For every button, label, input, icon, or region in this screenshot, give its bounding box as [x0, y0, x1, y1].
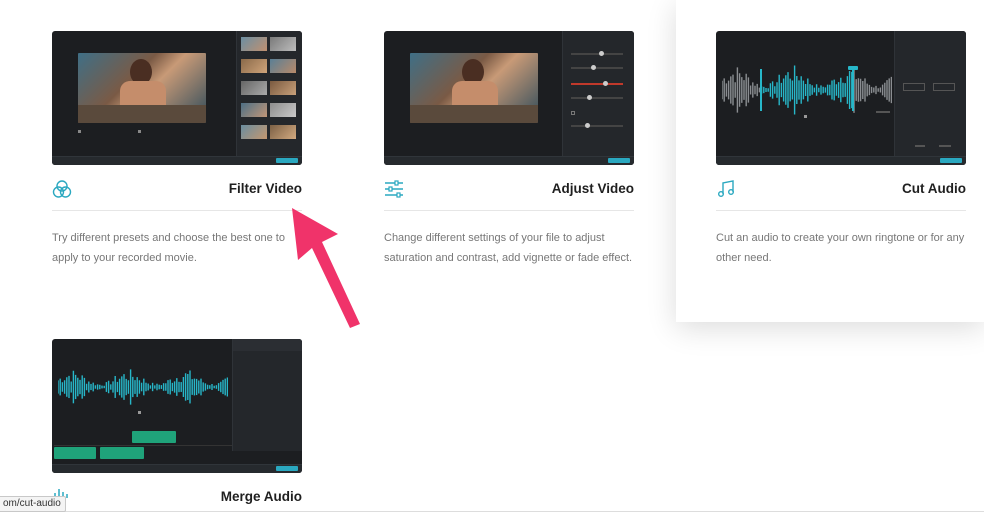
save-mini-button — [276, 158, 298, 163]
audio-waveform — [58, 369, 228, 405]
merge-settings-panel — [232, 339, 302, 451]
save-mini-button — [940, 158, 962, 163]
feature-card-cut-audio[interactable]: Cut Audio Cut an audio to create your ow… — [716, 31, 966, 268]
adjust-video-preview — [384, 31, 634, 165]
save-mini-button — [276, 466, 298, 471]
card-description: Change different settings of your file t… — [384, 232, 633, 264]
card-title[interactable]: Merge Audio — [221, 489, 302, 504]
card-title[interactable]: Adjust Video — [552, 181, 634, 196]
editor-bottom-bar — [52, 464, 302, 473]
card-description: Try different presets and choose the bes… — [52, 232, 285, 264]
video-frame — [410, 53, 538, 123]
feature-card-adjust-video[interactable]: Adjust Video Change different settings o… — [384, 31, 634, 268]
feature-card-merge-audio[interactable]: Merge Audio — [52, 339, 302, 514]
filter-video-preview — [52, 31, 302, 165]
filter-presets-panel — [236, 31, 302, 156]
card-title[interactable]: Cut Audio — [902, 181, 966, 196]
adjust-settings-panel — [562, 31, 634, 156]
music-note-icon — [718, 180, 734, 197]
cut-settings-panel — [894, 31, 966, 156]
merge-audio-preview — [52, 339, 302, 473]
editor-bottom-bar — [716, 156, 966, 165]
cut-audio-preview — [716, 31, 966, 165]
filter-circles-icon — [52, 180, 72, 198]
editor-bottom-bar — [52, 156, 302, 165]
card-description: Cut an audio to create your own ringtone… — [716, 232, 965, 264]
sliders-icon — [385, 180, 403, 198]
feature-card-filter-video[interactable]: Filter Video Try different presets and c… — [52, 31, 302, 268]
video-frame — [78, 53, 206, 123]
page-bottom-divider — [0, 511, 984, 512]
editor-bottom-bar — [384, 156, 634, 165]
annotation-arrow — [292, 208, 360, 328]
audio-waveform — [722, 65, 892, 115]
card-title[interactable]: Filter Video — [229, 181, 302, 196]
status-url-tooltip: om/cut-audio — [0, 496, 66, 512]
save-mini-button — [608, 158, 630, 163]
